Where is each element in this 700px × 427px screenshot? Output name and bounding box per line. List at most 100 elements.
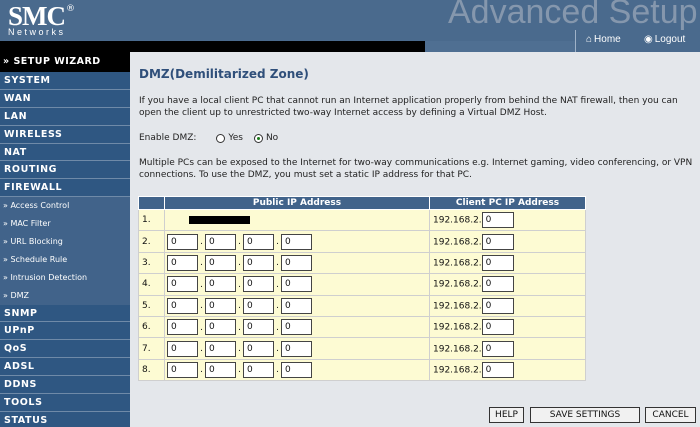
row-number: 1. bbox=[138, 208, 165, 232]
sidebar-subitem-intrusion-detection[interactable]: » Intrusion Detection bbox=[0, 268, 130, 287]
public-ip-octet-input[interactable]: 0 bbox=[243, 340, 274, 357]
client-ip-octet-input[interactable]: 0 bbox=[481, 297, 514, 314]
sidebar-subitem-access-control[interactable]: » Access Control bbox=[0, 197, 130, 216]
sidebar-item-nat[interactable]: NAT bbox=[0, 143, 130, 162]
ip-separator: . bbox=[276, 279, 279, 290]
public-ip-octet-input[interactable]: 0 bbox=[243, 276, 274, 293]
home-icon: ⌂ bbox=[586, 34, 593, 45]
client-ip-octet-input[interactable]: 0 bbox=[481, 276, 514, 293]
client-ip-octet-input[interactable]: 0 bbox=[481, 212, 514, 229]
row-number: 5. bbox=[138, 294, 165, 317]
row-number: 3. bbox=[138, 251, 165, 275]
ip-separator: . bbox=[276, 237, 279, 248]
public-ip-octet-input[interactable]: 0 bbox=[281, 297, 312, 314]
ip-separator: . bbox=[238, 344, 241, 355]
client-ip-octet-input[interactable]: 0 bbox=[481, 254, 514, 271]
home-link[interactable]: ⌂ Home bbox=[586, 34, 621, 45]
sidebar-item-routing[interactable]: ROUTING bbox=[0, 161, 130, 180]
sidebar-item-status[interactable]: STATUS bbox=[0, 411, 130, 427]
table-row: 2. 0. 0. 0. 0 192.168.2. 0 bbox=[138, 230, 586, 253]
sidebar-subitem-dmz[interactable]: » DMZ bbox=[0, 286, 130, 305]
sidebar-item-qos[interactable]: QoS bbox=[0, 340, 130, 359]
public-ip-octet-input[interactable]: 0 bbox=[281, 340, 312, 357]
client-ip-prefix: 192.168.2. bbox=[433, 258, 482, 269]
public-ip-octet-input[interactable]: 0 bbox=[205, 254, 236, 271]
sidebar-subitem-mac-filter[interactable]: » MAC Filter bbox=[0, 215, 130, 234]
table-header-row: Public IP Address Client PC IP Address bbox=[138, 196, 586, 210]
table-row: 8. 0. 0. 0. 0 192.168.2. 0 bbox=[138, 358, 586, 382]
public-ip-octet-input[interactable]: 0 bbox=[281, 233, 312, 250]
header-blank bbox=[138, 196, 165, 210]
cancel-button[interactable]: CANCEL bbox=[645, 407, 696, 423]
client-ip-cell: 192.168.2. 0 bbox=[429, 315, 586, 339]
public-ip-octet-input[interactable]: 0 bbox=[167, 319, 198, 336]
sidebar-item-snmp[interactable]: SNMP bbox=[0, 304, 130, 323]
client-ip-prefix: 192.168.2. bbox=[433, 279, 482, 290]
public-ip-octet-input[interactable]: 0 bbox=[167, 254, 198, 271]
header-public-ip: Public IP Address bbox=[164, 196, 430, 210]
public-ip-octet-input[interactable]: 0 bbox=[167, 233, 198, 250]
table-row: 5. 0. 0. 0. 0 192.168.2. 0 bbox=[138, 294, 586, 317]
enable-dmz-yes-radio[interactable] bbox=[216, 133, 226, 143]
sidebar-item-wan[interactable]: WAN bbox=[0, 89, 130, 108]
sidebar-item-ddns[interactable]: DDNS bbox=[0, 376, 130, 395]
logo-registered-mark: ® bbox=[66, 4, 75, 14]
public-ip-cell: 0.0.0.0 bbox=[164, 315, 430, 339]
header-divider bbox=[0, 41, 425, 52]
enable-dmz-no-radio[interactable] bbox=[253, 133, 263, 143]
client-ip-octet-input[interactable]: 0 bbox=[481, 319, 514, 336]
enable-dmz-row: Enable DMZ: Yes No bbox=[139, 133, 278, 143]
public-ip-octet-input[interactable]: 0 bbox=[205, 319, 236, 336]
public-ip-octet-input[interactable]: 0 bbox=[205, 361, 236, 378]
public-ip-octet-input[interactable]: 0 bbox=[167, 276, 198, 293]
client-ip-octet-input[interactable]: 0 bbox=[481, 340, 514, 357]
ip-separator: . bbox=[276, 322, 279, 333]
sidebar-subitem-url-blocking[interactable]: » URL Blocking bbox=[0, 233, 130, 251]
logout-icon: ◉ bbox=[644, 34, 653, 45]
sidebar-subitem-schedule-rule[interactable]: » Schedule Rule bbox=[0, 250, 130, 269]
ip-separator: . bbox=[238, 258, 241, 269]
public-ip-octet-input[interactable]: 0 bbox=[243, 361, 274, 378]
help-button[interactable]: HELP bbox=[489, 407, 524, 423]
public-ip-octet-input[interactable]: 0 bbox=[243, 319, 274, 336]
ip-separator: . bbox=[200, 365, 203, 376]
public-ip-octet-input[interactable]: 0 bbox=[167, 361, 198, 378]
enable-dmz-label: Enable DMZ: bbox=[139, 133, 197, 143]
client-ip-cell: 192.168.2. 0 bbox=[429, 208, 586, 232]
sidebar-item-tools[interactable]: TOOLS bbox=[0, 394, 130, 412]
public-ip-octet-input[interactable]: 0 bbox=[281, 254, 312, 271]
public-ip-octet-input[interactable]: 0 bbox=[205, 297, 236, 314]
sidebar-item-adsl[interactable]: ADSL bbox=[0, 358, 130, 377]
public-ip-octet-input[interactable]: 0 bbox=[281, 361, 312, 378]
sidebar-item-system[interactable]: SYSTEM bbox=[0, 72, 130, 90]
public-ip-octet-input[interactable]: 0 bbox=[167, 297, 198, 314]
dmz-table: Public IP Address Client PC IP Address 1… bbox=[138, 196, 586, 382]
public-ip-octet-input[interactable]: 0 bbox=[243, 233, 274, 250]
logo-subtitle: Networks bbox=[8, 27, 66, 37]
ip-separator: . bbox=[200, 237, 203, 248]
ip-separator: . bbox=[200, 279, 203, 290]
client-ip-prefix: 192.168.2. bbox=[433, 301, 482, 312]
ip-separator: . bbox=[276, 301, 279, 312]
public-ip-cell: 0.0.0.0 bbox=[164, 337, 430, 360]
sidebar-item-lan[interactable]: LAN bbox=[0, 107, 130, 126]
header-client-ip: Client PC IP Address bbox=[429, 196, 586, 210]
client-ip-prefix: 192.168.2. bbox=[433, 365, 482, 376]
save-settings-button[interactable]: SAVE SETTINGS bbox=[530, 407, 640, 423]
public-ip-octet-input[interactable]: 0 bbox=[281, 319, 312, 336]
sidebar-item-setup-wizard[interactable]: » SETUP WIZARD bbox=[0, 52, 130, 72]
sidebar-item-firewall[interactable]: FIREWALL bbox=[0, 179, 130, 198]
public-ip-octet-input[interactable]: 0 bbox=[243, 254, 274, 271]
public-ip-octet-input[interactable]: 0 bbox=[205, 276, 236, 293]
public-ip-octet-input[interactable]: 0 bbox=[205, 233, 236, 250]
client-ip-octet-input[interactable]: 0 bbox=[481, 361, 514, 378]
public-ip-octet-input[interactable]: 0 bbox=[281, 276, 312, 293]
client-ip-octet-input[interactable]: 0 bbox=[481, 233, 514, 250]
public-ip-octet-input[interactable]: 0 bbox=[167, 340, 198, 357]
logout-link[interactable]: ◉ Logout bbox=[644, 34, 685, 45]
sidebar-item-wireless[interactable]: WIRELESS bbox=[0, 125, 130, 144]
public-ip-octet-input[interactable]: 0 bbox=[205, 340, 236, 357]
sidebar-item-upnp[interactable]: UPnP bbox=[0, 322, 130, 341]
public-ip-octet-input[interactable]: 0 bbox=[243, 297, 274, 314]
table-row: 3. 0. 0. 0. 0 192.168.2. 0 bbox=[138, 251, 586, 275]
